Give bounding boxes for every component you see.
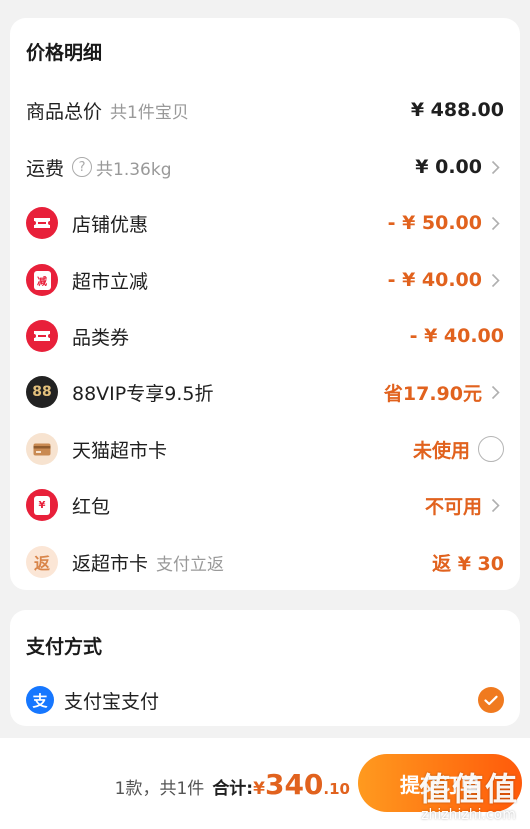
chevron-right-icon: [486, 271, 504, 289]
total-label: 合计:: [212, 779, 254, 799]
goods-total-label: 商品总价: [26, 100, 103, 123]
88vip-badge-icon: 88: [26, 376, 58, 408]
rebate-value: 返 ¥ 30: [432, 552, 504, 575]
red-packet-status: 不可用: [424, 495, 482, 518]
shipping-label: 运费: [26, 157, 65, 180]
watermark-logo: 值值值: [418, 770, 518, 808]
goods-total-value: ¥ 488.00: [410, 99, 504, 121]
row-88vip[interactable]: 88 88VIP专享9.5折 省17.90元: [10, 370, 520, 414]
red-packet-label: 红包: [72, 495, 111, 518]
market-card-radio[interactable]: [478, 436, 504, 462]
chevron-right-icon: [486, 383, 504, 401]
market-card-status: 未使用: [412, 439, 470, 462]
shipping-value: ¥ 0.00: [415, 156, 482, 178]
alipay-icon: 支: [26, 686, 54, 714]
row-category-coupon[interactable]: 品类券 - ¥ 40.00: [10, 314, 520, 358]
shipping-weight-sub: 共1.36kg: [96, 159, 172, 180]
price-detail-title: 价格明细: [26, 42, 103, 64]
category-coupon-value: - ¥ 40.00: [409, 325, 504, 347]
payment-title: 支付方式: [26, 636, 103, 658]
payment-option-alipay[interactable]: 支 支付宝支付: [10, 678, 520, 722]
check-circle-icon[interactable]: [478, 687, 504, 713]
vip-saving-value: 省17.90元: [383, 382, 482, 405]
category-coupon-label: 品类券: [72, 326, 130, 349]
market-cut-icon-glyph: 减: [33, 270, 51, 290]
help-icon[interactable]: ?: [72, 157, 93, 177]
red-packet-glyph: ¥: [34, 495, 50, 515]
row-shop-discount[interactable]: 店铺优惠 - ¥ 50.00: [10, 201, 520, 245]
order-summary: 1款，共1件 合计: ¥ 340 .10: [115, 768, 350, 801]
vip-discount-label: 88VIP专享9.5折: [72, 382, 214, 405]
total-currency: ¥: [253, 779, 265, 799]
watermark-url: zhizhizhi.com: [421, 807, 516, 823]
ticket-icon: [26, 320, 58, 352]
row-goods-total: 商品总价 共1件宝贝 ¥ 488.00: [10, 88, 520, 132]
rebate-icon: 返: [26, 546, 58, 578]
card-icon: [26, 433, 58, 465]
shop-discount-label: 店铺优惠: [72, 213, 149, 236]
market-cut-value: - ¥ 40.00: [387, 269, 482, 291]
shop-discount-value: - ¥ 50.00: [387, 212, 482, 234]
chevron-right-icon: [486, 214, 504, 232]
payment-method-card: 支付方式 支 支付宝支付: [10, 610, 520, 726]
goods-count-sub: 共1件宝贝: [110, 102, 189, 123]
row-market-card[interactable]: 天猫超市卡 未使用: [10, 427, 520, 471]
rebate-label: 返超市卡: [72, 552, 149, 575]
row-shipping[interactable]: 运费 ? 共1.36kg ¥ 0.00: [10, 145, 520, 189]
alipay-label: 支付宝支付: [64, 690, 160, 713]
total-amount-integer: 340: [264, 768, 324, 801]
checkout-bar: 1款，共1件 合计: ¥ 340 .10 提交订单 值值值 zhizhizhi.…: [0, 738, 530, 829]
price-detail-card: 价格明细 商品总价 共1件宝贝 ¥ 488.00 运费 ? 共1.36kg ¥ …: [10, 18, 520, 590]
red-packet-icon: ¥: [26, 489, 58, 521]
item-count: 1款，共1件: [114, 779, 205, 799]
chevron-right-icon: [486, 496, 504, 514]
market-cut-label: 超市立减: [72, 270, 149, 293]
row-red-packet[interactable]: ¥ 红包 不可用: [10, 483, 520, 527]
row-rebate-card: 返 返超市卡 支付立返 返 ¥ 30: [10, 540, 520, 584]
discount-badge-icon: 减: [26, 264, 58, 296]
row-market-cut[interactable]: 减 超市立减 - ¥ 40.00: [10, 258, 520, 302]
market-card-label: 天猫超市卡: [72, 439, 168, 462]
ticket-icon: [26, 207, 58, 239]
site-watermark: 值值值 zhizhizhi.com: [419, 771, 518, 823]
chevron-right-icon: [486, 158, 504, 176]
rebate-sub: 支付立返: [156, 554, 225, 575]
total-amount-decimal: .10: [323, 780, 350, 798]
